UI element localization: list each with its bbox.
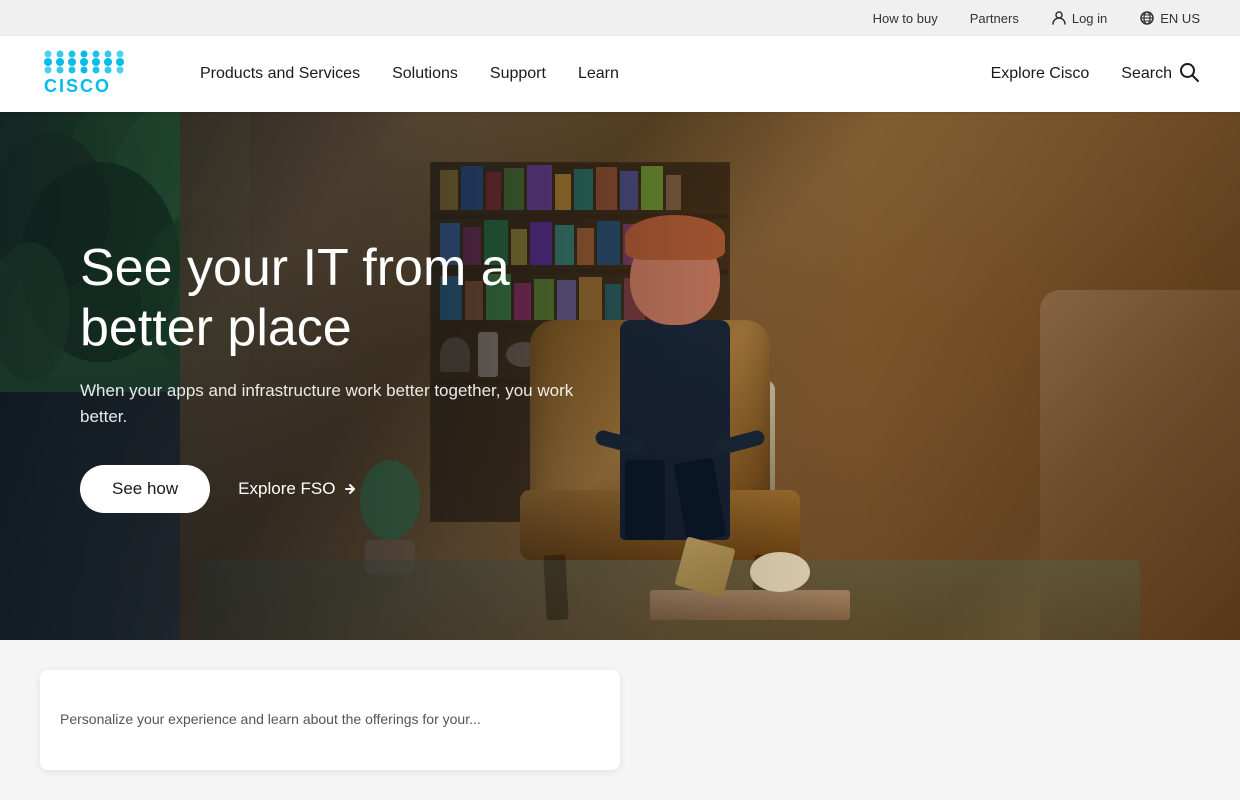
nav-learn-link[interactable]: Learn — [578, 65, 619, 82]
see-how-button[interactable]: See how — [80, 465, 210, 513]
hero-content: See your IT from a better place When you… — [0, 112, 1240, 640]
nav-products-link[interactable]: Products and Services — [200, 65, 360, 82]
language-link[interactable]: EN US — [1139, 10, 1200, 26]
promo-card-preview: Personalize your experience and learn ab… — [40, 670, 620, 770]
utility-bar: How to buy Partners Log in EN US — [0, 0, 1240, 36]
nav-right: Explore Cisco Search — [991, 61, 1200, 88]
main-nav: CISCO Products and Services Solutions Su… — [0, 36, 1240, 112]
search-button[interactable]: Search — [1121, 61, 1200, 88]
partners-link[interactable]: Partners — [970, 11, 1019, 26]
hero-title: See your IT from a better place — [80, 239, 640, 359]
globe-icon — [1139, 10, 1155, 26]
nav-links: Products and Services Solutions Support … — [200, 65, 619, 83]
search-icon — [1178, 61, 1200, 88]
language-label: EN US — [1160, 11, 1200, 26]
nav-solutions-link[interactable]: Solutions — [392, 65, 458, 82]
nav-support-link[interactable]: Support — [490, 65, 546, 82]
svg-text:CISCO: CISCO — [44, 76, 111, 96]
below-hero: Personalize your experience and learn ab… — [0, 640, 1240, 800]
explore-fso-label: Explore FSO — [238, 479, 335, 499]
hero-section: See your IT from a better place When you… — [0, 112, 1240, 640]
arrow-right-icon — [341, 480, 359, 498]
search-label: Search — [1121, 65, 1172, 83]
explore-cisco-link[interactable]: Explore Cisco — [991, 65, 1090, 83]
nav-left: CISCO Products and Services Solutions Su… — [40, 44, 619, 104]
login-link[interactable]: Log in — [1051, 10, 1107, 26]
login-label: Log in — [1072, 11, 1107, 26]
hero-buttons: See how Explore FSO — [80, 465, 1160, 513]
how-to-buy-link[interactable]: How to buy — [873, 11, 938, 26]
explore-fso-button[interactable]: Explore FSO — [238, 479, 359, 499]
card-preview-text: Personalize your experience and learn ab… — [60, 710, 600, 730]
user-icon — [1051, 10, 1067, 26]
hero-subtitle: When your apps and infrastructure work b… — [80, 378, 580, 429]
cisco-logo-link[interactable]: CISCO — [40, 44, 160, 104]
